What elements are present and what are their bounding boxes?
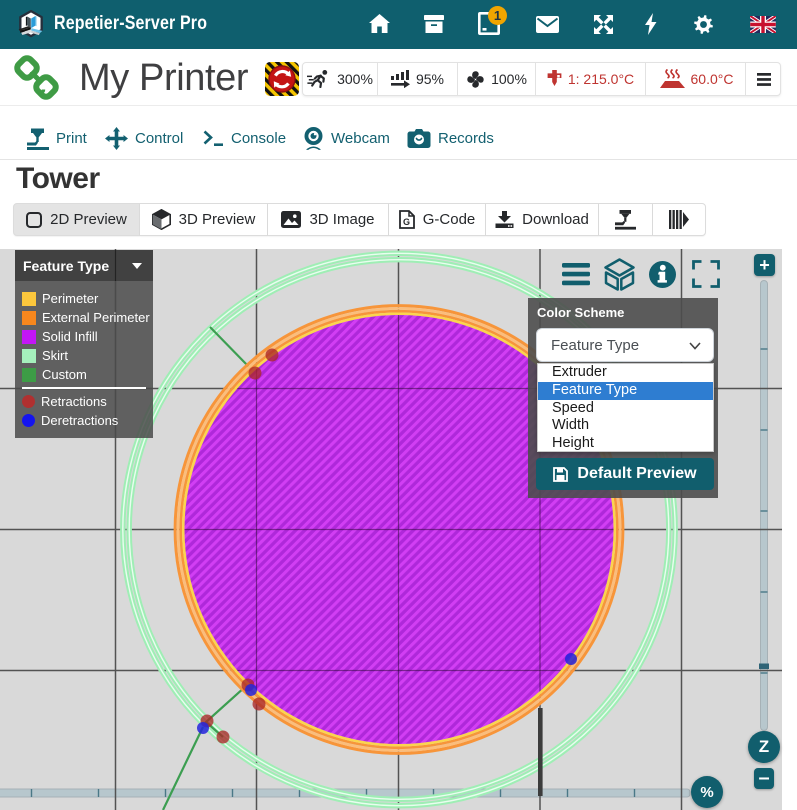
svg-text:G: G bbox=[403, 217, 410, 227]
